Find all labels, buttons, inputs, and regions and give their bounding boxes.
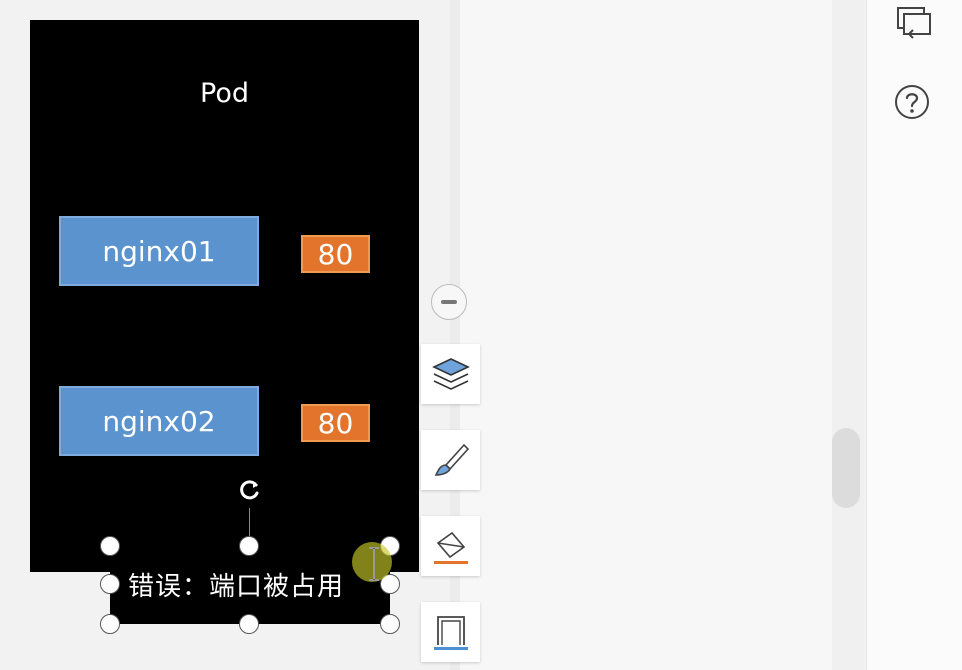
text-cursor-icon (369, 547, 379, 581)
port-badge[interactable]: 80 (301, 235, 370, 273)
rotate-connector-line (249, 508, 250, 538)
help-icon[interactable] (893, 83, 931, 121)
resize-handle-bottom-left[interactable] (100, 614, 120, 634)
outline-button[interactable] (421, 602, 480, 662)
container-box-nginx02[interactable]: nginx02 (59, 386, 259, 456)
resize-handle-top-center[interactable] (239, 536, 259, 556)
side-panel (460, 0, 832, 670)
error-textbox[interactable]: 错误：端口被占用 (110, 546, 390, 624)
resize-handle-top-left[interactable] (100, 536, 120, 556)
port-label: 80 (317, 406, 354, 440)
pod-slide[interactable]: Pod nginx01 80 nginx02 80 (30, 20, 419, 572)
container-label: nginx01 (102, 234, 216, 268)
zoom-out-button[interactable] (431, 284, 467, 320)
rotate-icon[interactable] (234, 474, 266, 506)
present-icon[interactable] (893, 4, 931, 42)
style-brush-button[interactable] (421, 430, 480, 490)
layers-button[interactable] (421, 344, 480, 404)
paint-bucket-icon (433, 531, 468, 564)
port-badge[interactable]: 80 (301, 404, 370, 442)
fill-button[interactable] (421, 516, 480, 576)
minus-circle-icon (441, 300, 457, 304)
layers-icon (431, 358, 470, 390)
vertical-scrollbar-track[interactable] (832, 0, 864, 670)
resize-handle-middle-left[interactable] (100, 574, 120, 594)
error-text[interactable]: 错误：端口被占用 (128, 566, 344, 603)
container-box-nginx01[interactable]: nginx01 (59, 216, 259, 286)
port-label: 80 (317, 237, 354, 271)
resize-handle-bottom-center[interactable] (239, 614, 259, 634)
pod-title[interactable]: Pod (30, 78, 419, 109)
resize-handle-bottom-right[interactable] (380, 614, 400, 634)
container-label: nginx02 (102, 404, 216, 438)
brush-icon (434, 443, 469, 476)
shape-outline-icon (433, 616, 468, 650)
vertical-scrollbar-thumb[interactable] (832, 428, 860, 508)
